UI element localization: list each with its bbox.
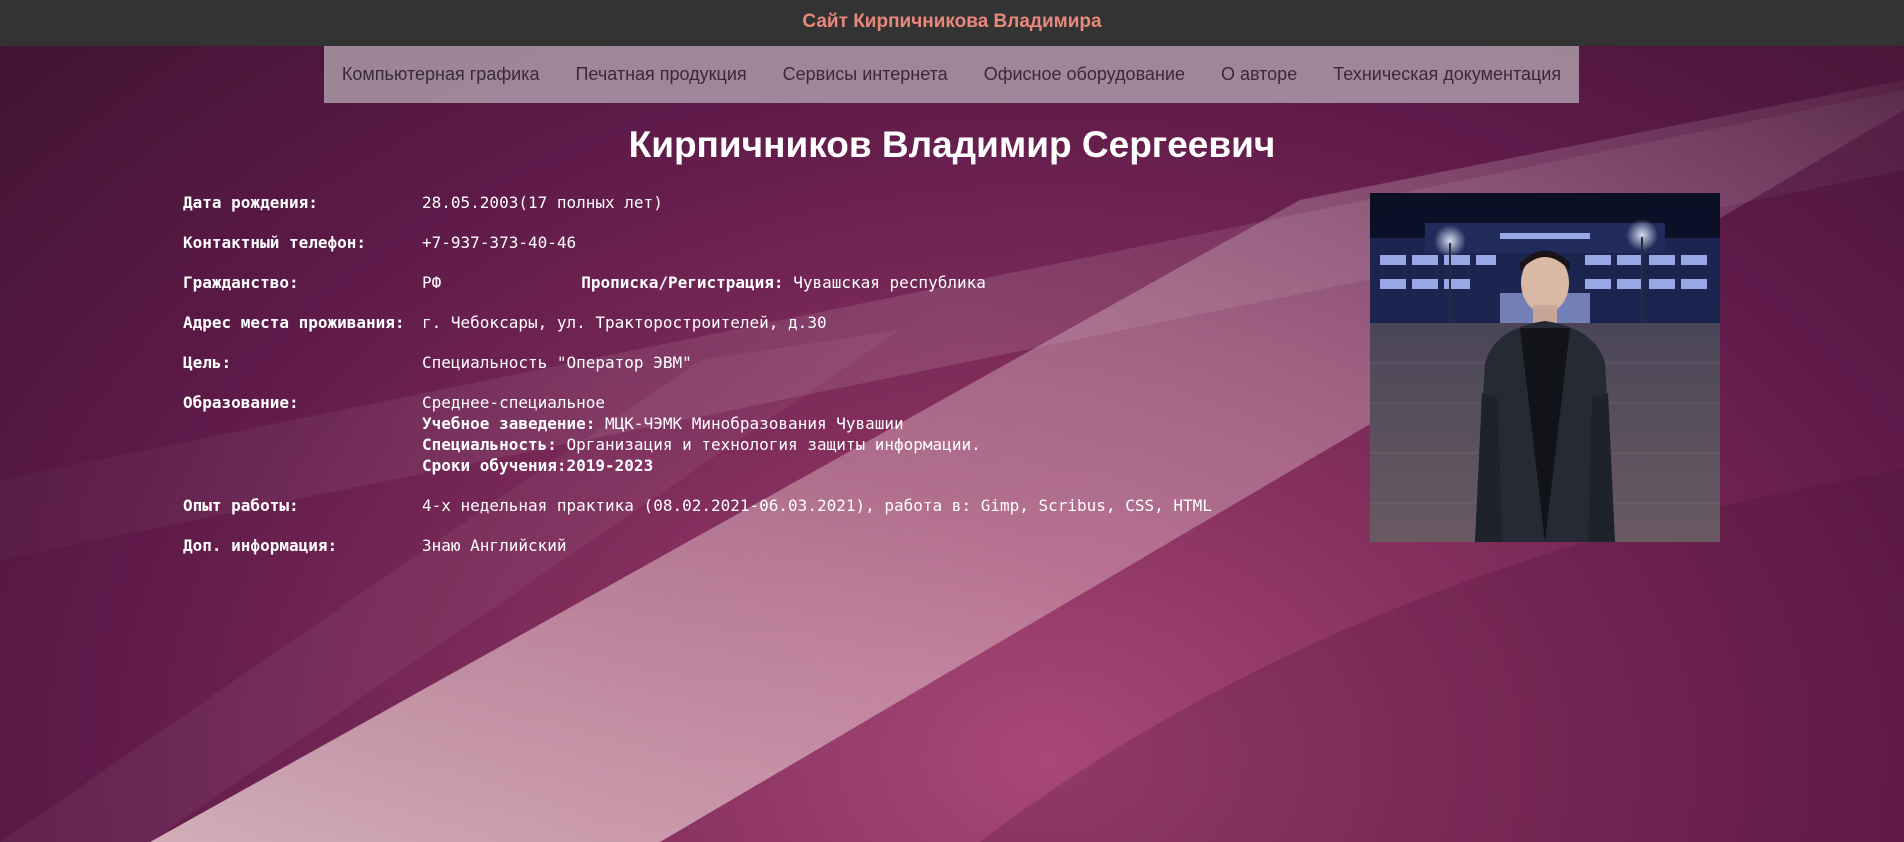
portrait-image <box>1370 193 1720 542</box>
phone-label: Контактный телефон: <box>183 233 367 252</box>
row-address: Адрес места проживания: г. Чебоксары, ул… <box>183 312 1212 333</box>
nav-item-tech-docs[interactable]: Техническая документация <box>1315 64 1579 85</box>
row-goal: Цель: Специальность "Оператор ЭВМ" <box>183 352 1212 373</box>
main-nav: Компьютерная графика Печатная продукция … <box>324 46 1579 103</box>
experience-value: 4-х недельная практика (08.02.2021-06.03… <box>422 496 1212 515</box>
citizenship-label: Гражданство: <box>183 273 299 292</box>
birth-label: Дата рождения: <box>183 193 318 212</box>
row-phone: Контактный телефон: +7-937-373-40-46 <box>183 232 1212 253</box>
education-label: Образование: <box>183 393 299 412</box>
nav-item-internet-services[interactable]: Сервисы интернета <box>765 64 966 85</box>
page-title: Кирпичников Владимир Сергеевич <box>628 124 1276 165</box>
address-label: Адрес места проживания: <box>183 313 405 332</box>
goal-value: Специальность "Оператор ЭВМ" <box>422 353 692 372</box>
specialty-value: Организация и технология защиты информац… <box>566 435 981 454</box>
profile-info: Дата рождения: 28.05.2003(17 полных лет)… <box>183 192 1212 575</box>
extra-value: Знаю Английский <box>422 536 567 555</box>
birth-value: 28.05.2003(17 полных лет) <box>422 193 663 212</box>
nav-item-office-equipment[interactable]: Офисное оборудование <box>966 64 1203 85</box>
row-citizenship: Гражданство: РФ Прописка/Регистрация: Чув… <box>183 272 1212 293</box>
row-experience: Опыт работы: 4-х недельная практика (08.… <box>183 495 1212 516</box>
row-education: Образование: Среднее-специальное Учебное… <box>183 392 1212 476</box>
specialty-label: Специальность: <box>422 435 557 454</box>
row-extra: Доп. информация: Знаю Английский <box>183 535 1212 556</box>
address-value: г. Чебоксары, ул. Тракторостроителей, д.… <box>422 313 827 332</box>
nav-item-computer-graphics[interactable]: Компьютерная графика <box>324 64 558 85</box>
period-label: Сроки обучения: <box>422 456 567 475</box>
registration-value: Чувашская республика <box>793 273 986 292</box>
goal-label: Цель: <box>183 353 232 372</box>
education-value: Среднее-специальное <box>422 393 606 412</box>
citizenship-value: РФ <box>422 273 442 292</box>
nav-item-about-author[interactable]: О авторе <box>1203 64 1315 85</box>
top-bar: Сайт Кирпичникова Владимира <box>0 0 1904 46</box>
portrait-photo <box>1370 193 1720 542</box>
nav-item-print-products[interactable]: Печатная продукция <box>557 64 764 85</box>
site-title: Сайт Кирпичникова Владимира <box>802 11 1102 32</box>
registration-label: Прописка/Регистрация: <box>581 273 784 292</box>
period-value: 2019-2023 <box>566 456 654 475</box>
institution-value: МЦК-ЧЭМК Минобразования Чувашии <box>605 414 904 433</box>
experience-label: Опыт работы: <box>183 496 299 515</box>
extra-label: Доп. информация: <box>183 536 338 555</box>
institution-label: Учебное заведение: <box>422 414 596 433</box>
phone-value: +7-937-373-40-46 <box>422 233 577 252</box>
row-birth: Дата рождения: 28.05.2003(17 полных лет) <box>183 192 1212 213</box>
